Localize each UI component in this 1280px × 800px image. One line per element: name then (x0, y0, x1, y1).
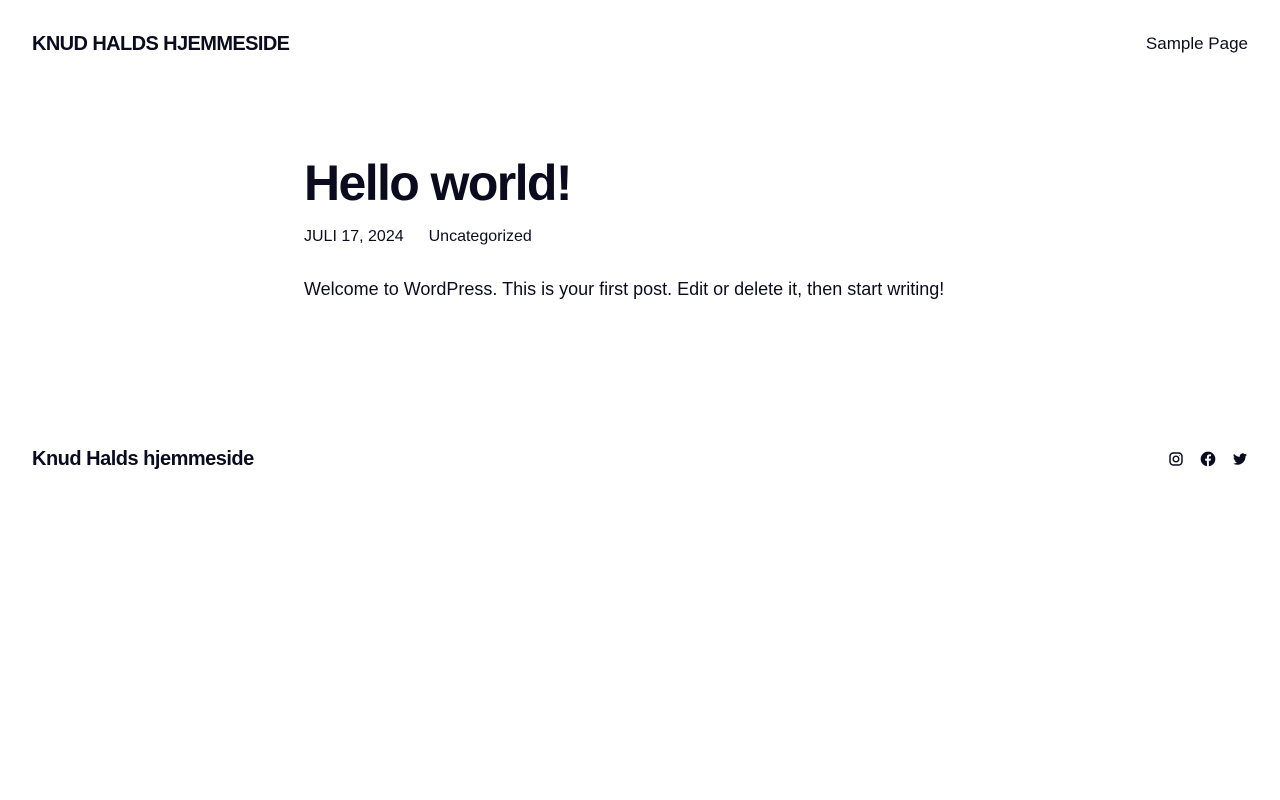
twitter-link[interactable] (1232, 451, 1248, 467)
footer-site-title-link[interactable]: Knud Halds hjemmeside (32, 448, 254, 471)
site-title-link[interactable]: KNUD HALDS HJEMMESIDE (32, 33, 290, 56)
main-navigation: Sample Page (1146, 34, 1248, 54)
social-links (1168, 451, 1248, 467)
post-title: Hello world! (304, 155, 573, 211)
facebook-icon (1200, 451, 1216, 467)
post-article: Hello world! JULI 17, 2024 Uncategorized… (304, 150, 976, 320)
nav-item-sample-page[interactable]: Sample Page (1146, 34, 1248, 53)
post-content: Welcome to WordPress. This is your first… (304, 279, 945, 299)
post-date: JULI 17, 2024 (304, 228, 404, 245)
site-header: KNUD HALDS HJEMMESIDE Sample Page (32, 28, 1248, 60)
instagram-icon (1168, 451, 1184, 467)
post-category-link[interactable]: Uncategorized (429, 226, 532, 248)
instagram-link[interactable] (1168, 451, 1184, 467)
post-meta: JULI 17, 2024 Uncategorized (304, 226, 976, 248)
site-footer: Knud Halds hjemmeside (32, 443, 1248, 475)
twitter-icon (1232, 451, 1248, 467)
facebook-link[interactable] (1200, 451, 1216, 467)
